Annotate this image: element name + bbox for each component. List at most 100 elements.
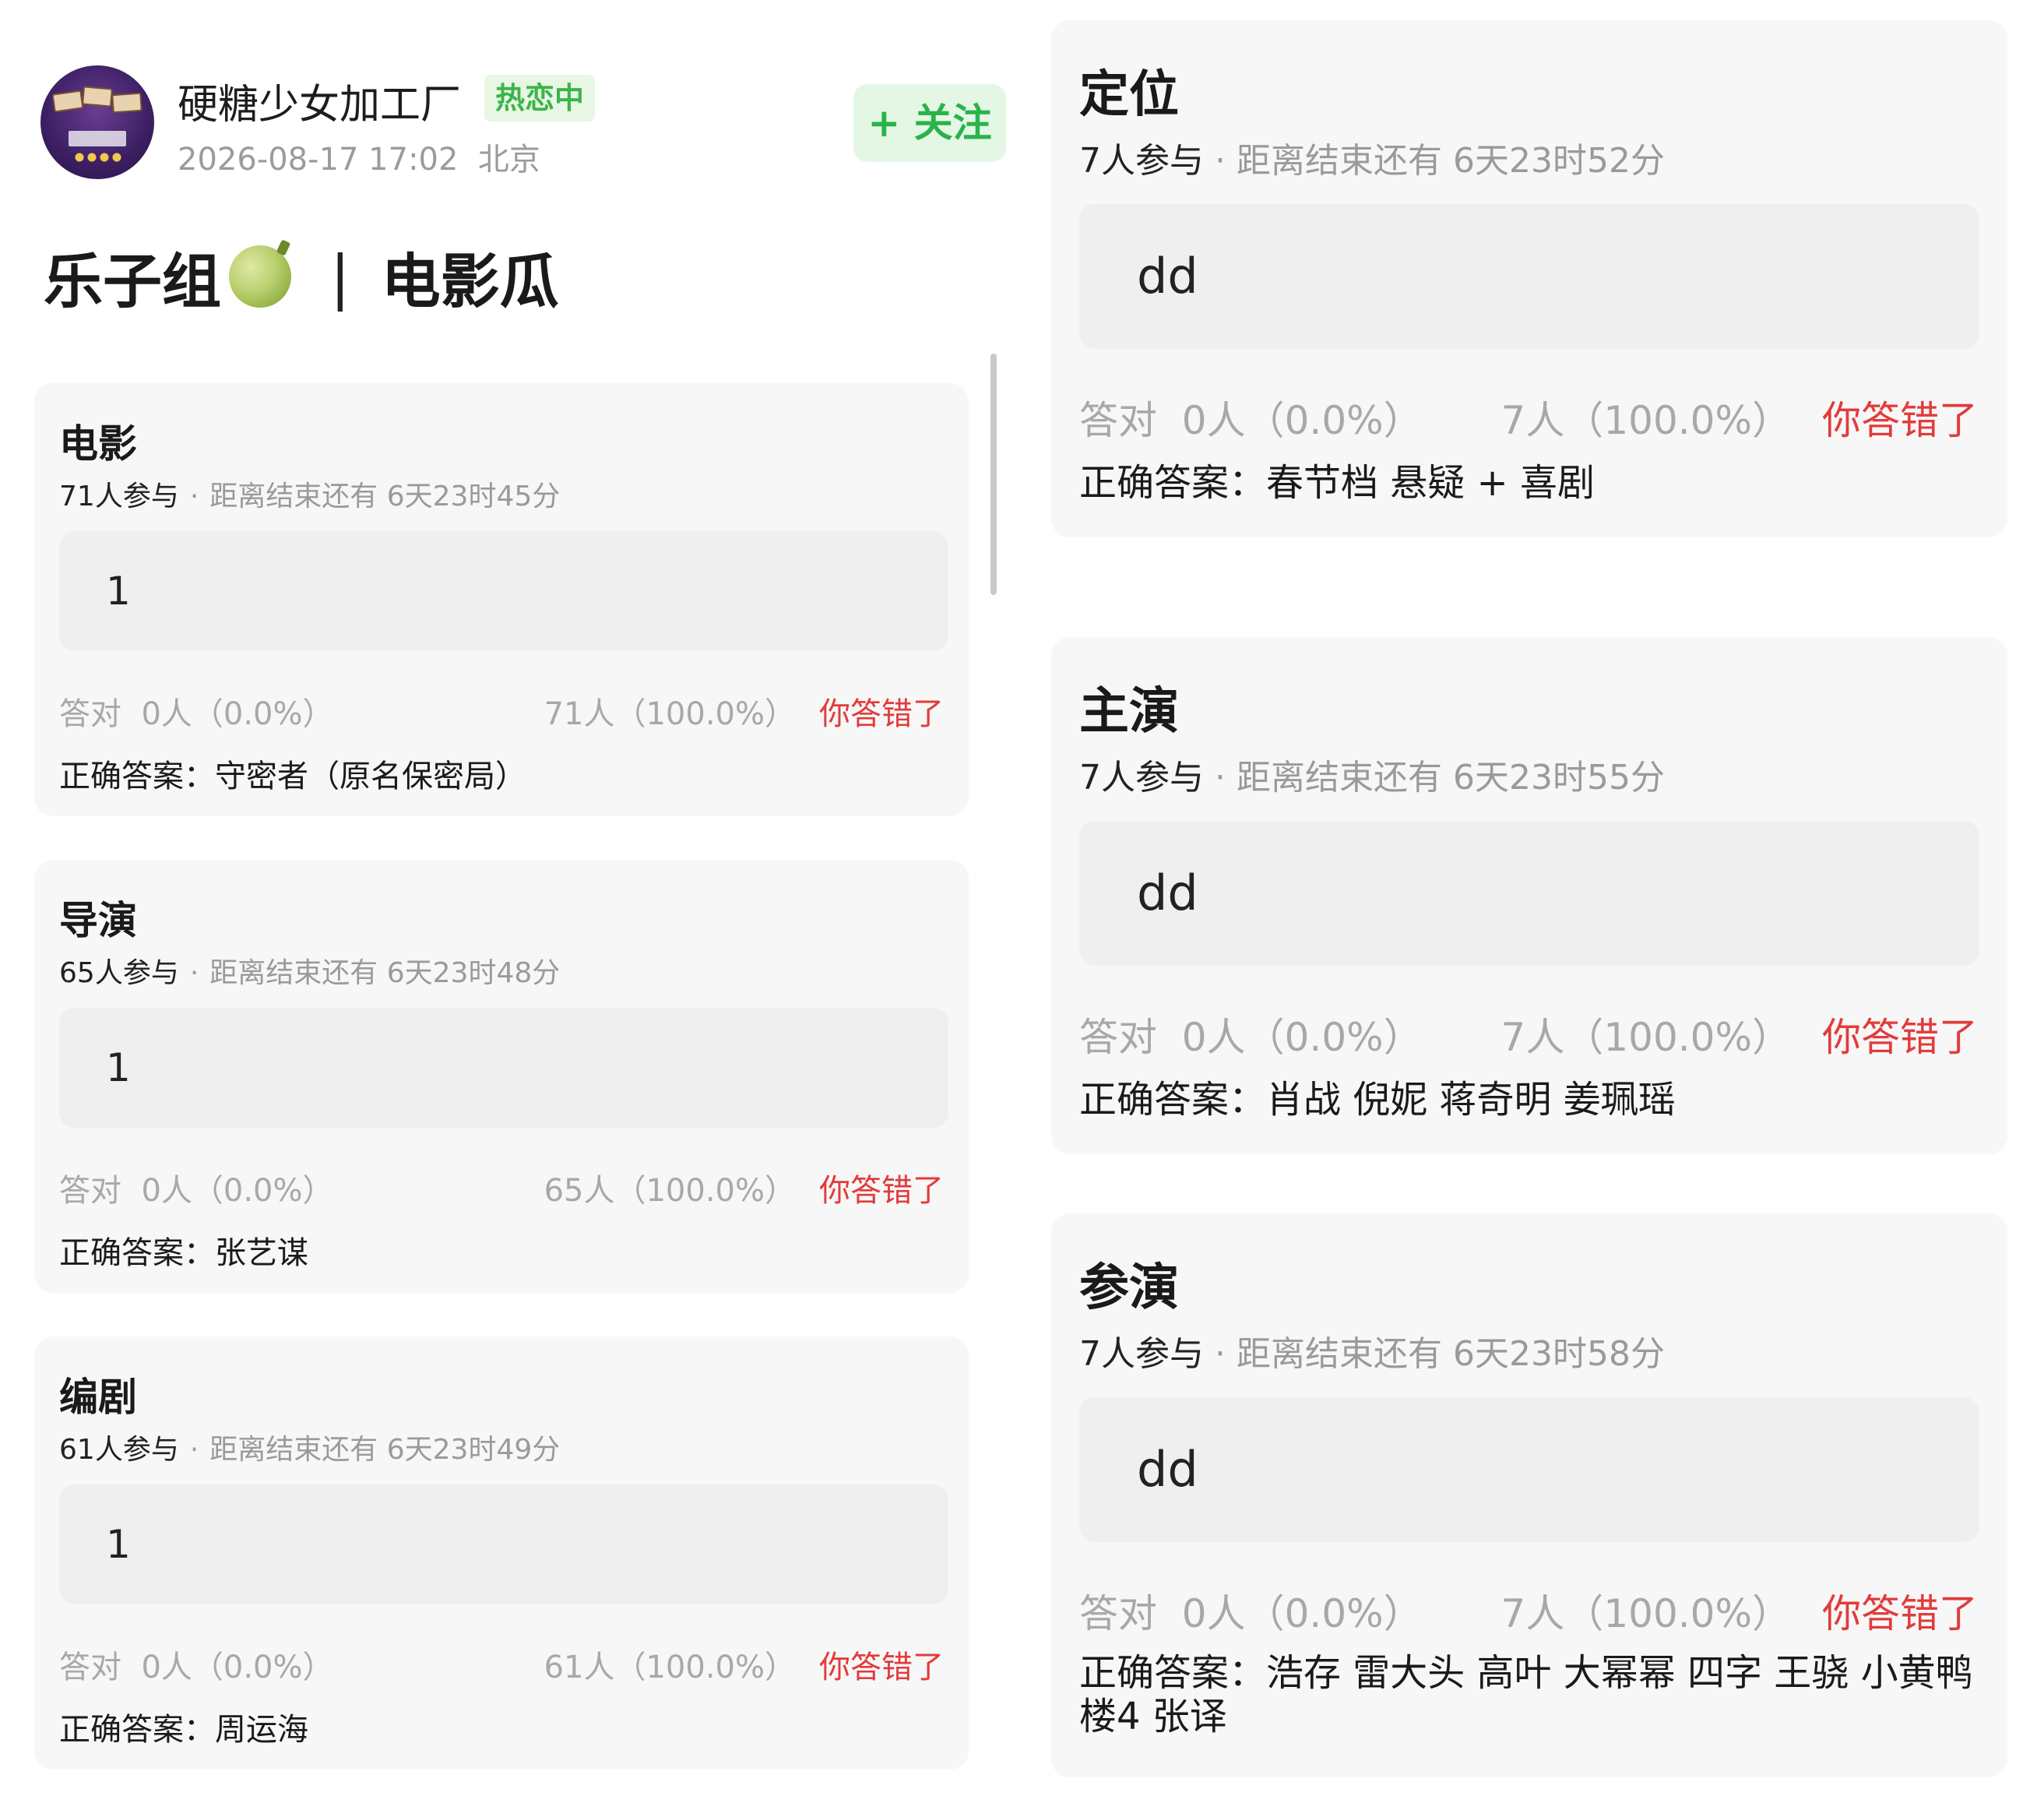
option-stat: 7人（100.0%）: [1500, 398, 1791, 443]
quiz-option[interactable]: dd: [1079, 821, 1979, 966]
title-part1: 乐子组: [44, 247, 221, 316]
option-stat: 65人（100.0%）: [544, 1173, 796, 1209]
meta-dot: ·: [189, 481, 199, 512]
option-stat: 71人（100.0%）: [544, 696, 796, 732]
melon-icon: [229, 245, 291, 308]
answer-text: 周运海: [215, 1712, 308, 1748]
quiz-meta: 71人参与 · 距离结束还有 6天23时45分: [59, 474, 560, 514]
option-label: 1: [106, 1045, 131, 1090]
quiz-meta: 7人参与 · 距离结束还有 6天23时52分: [1079, 132, 1665, 182]
post-timestamp: 2026-08-17 17:02: [178, 142, 459, 178]
participant-count: 65: [59, 957, 95, 989]
meta-dot: ·: [189, 957, 199, 989]
time-left: 6天23时45分: [386, 481, 561, 512]
participant-count: 7: [1079, 141, 1101, 181]
participant-suffix: 人参与: [94, 957, 179, 989]
title-part2: 电影瓜: [381, 247, 559, 316]
scrollbar[interactable]: [990, 354, 997, 595]
post-location: 北京: [477, 142, 540, 178]
correct-prefix: 答对: [1079, 1591, 1157, 1636]
wrong-answer-label: 你答错了: [819, 1650, 944, 1685]
participant-count: 7: [1079, 1334, 1101, 1374]
quiz-card: 定位 7人参与 · 距离结束还有 6天23时52分 dd 答对 0人（0.0%） 7…: [1051, 20, 2007, 537]
participant-suffix: 人参与: [94, 1434, 179, 1466]
quiz-card: 编剧 61人参与 · 距离结束还有 6天23时49分 1 答对 0人（0.0%） 6…: [34, 1336, 969, 1770]
quiz-title: 电影: [59, 421, 137, 467]
correct-prefix: 答对: [59, 1173, 121, 1209]
quiz-option[interactable]: 1: [59, 1484, 948, 1604]
meta-dot: ·: [189, 1434, 199, 1466]
avatar-art: [51, 90, 84, 113]
correct-count: 0人（0.0%）: [1181, 1591, 1423, 1636]
avatar-art: [82, 86, 113, 107]
quiz-option[interactable]: 1: [59, 1008, 948, 1128]
time-left-prefix: 距离结束还有: [209, 957, 378, 989]
correct-prefix: 答对: [59, 1650, 121, 1685]
post-header: 硬糖少女加工厂 热恋中 2026-08-17 17:02 北京 + 关注: [40, 65, 1006, 182]
correct-stat: 答对 0人（0.0%）: [59, 1642, 334, 1687]
correct-stat: 答对 0人（0.0%）: [59, 1165, 334, 1210]
option-stat: 7人（100.0%）: [1500, 1015, 1791, 1060]
quiz-card: 电影 71人参与 · 距离结束还有 6天23时45分 1 答对 0人（0.0%） 7…: [34, 383, 969, 816]
page: 硬糖少女加工厂 热恋中 2026-08-17 17:02 北京 + 关注 乐子组…: [0, 0, 2044, 1796]
correct-count: 0人（0.0%）: [1181, 1015, 1423, 1060]
status-badge: 热恋中: [484, 75, 596, 121]
option-label: dd: [1137, 1441, 1198, 1498]
answer-prefix: 正确答案：: [1079, 1651, 1267, 1695]
quiz-title: 参演: [1079, 1259, 1179, 1317]
option-stat: 7人（100.0%）: [1500, 1591, 1791, 1636]
answer-prefix: 正确答案：: [59, 1712, 215, 1748]
username[interactable]: 硬糖少女加工厂: [178, 72, 461, 130]
page-title: 乐子组 | 电影瓜: [44, 234, 559, 319]
correct-count: 0人（0.0%）: [141, 696, 334, 732]
quiz-card: 导演 65人参与 · 距离结束还有 6天23时48分 1 答对 0人（0.0%） 6…: [34, 860, 969, 1293]
answer-text: 守密者（原名保密局）: [215, 759, 526, 794]
correct-count: 0人（0.0%）: [1181, 398, 1423, 443]
quiz-meta: 7人参与 · 距离结束还有 6天23时58分: [1079, 1326, 1665, 1375]
meta-dot: ·: [1215, 758, 1226, 798]
answer-prefix: 正确答案：: [1079, 1078, 1267, 1122]
correct-count: 0人（0.0%）: [141, 1650, 334, 1685]
correct-answer: 正确答案：浩存 雷大头 高叶 大幂幂 四字 王骁 小黄鸭 楼4 张译: [1079, 1651, 1982, 1738]
post-meta: 2026-08-17 17:02 北京: [178, 134, 540, 179]
correct-answer: 正确答案：周运海: [59, 1704, 308, 1749]
time-left: 6天23时55分: [1453, 758, 1665, 798]
answer-text: 张艺谋: [215, 1235, 308, 1271]
quiz-option[interactable]: dd: [1079, 1397, 1979, 1542]
correct-stat: 答对 0人（0.0%）: [1079, 1006, 1423, 1062]
quiz-option[interactable]: 1: [59, 531, 948, 651]
option-stat: 61人（100.0%）: [544, 1650, 796, 1685]
correct-answer: 正确答案：肖战 倪妮 蒋奇明 姜珮瑶: [1079, 1078, 1982, 1122]
time-left: 6天23时52分: [1453, 141, 1665, 181]
time-left-prefix: 距离结束还有: [209, 481, 378, 512]
correct-prefix: 答对: [1079, 398, 1157, 443]
time-left: 6天23时58分: [1453, 1334, 1665, 1374]
participant-count: 61: [59, 1434, 95, 1466]
correct-answer: 正确答案：春节档 悬疑 + 喜剧: [1079, 461, 1982, 505]
avatar-art: [111, 92, 142, 114]
avatar-art: [69, 131, 126, 146]
quiz-title: 编剧: [59, 1375, 137, 1420]
correct-stat: 答对 0人（0.0%）: [59, 688, 334, 734]
title-separator: |: [330, 241, 350, 312]
quiz-meta: 7人参与 · 距离结束还有 6天23时55分: [1079, 749, 1665, 799]
answer-prefix: 正确答案：: [1079, 461, 1267, 505]
wrong-answer-label: 你答错了: [819, 696, 944, 732]
option-label: 1: [106, 1522, 131, 1567]
answer-prefix: 正确答案：: [59, 759, 215, 794]
time-left: 6天23时49分: [386, 1434, 561, 1466]
correct-prefix: 答对: [59, 696, 121, 732]
wrong-answer-label: 你答错了: [1822, 1591, 1978, 1636]
quiz-option[interactable]: dd: [1079, 204, 1979, 349]
time-left-prefix: 距离结束还有: [1237, 758, 1442, 798]
quiz-meta: 65人参与 · 距离结束还有 6天23时48分: [59, 950, 560, 991]
answer-text: 春节档 悬疑 + 喜剧: [1266, 461, 1595, 505]
meta-dot: ·: [1215, 1334, 1226, 1374]
participant-suffix: 人参与: [94, 481, 179, 512]
avatar[interactable]: [40, 65, 154, 179]
follow-button[interactable]: + 关注: [853, 84, 1006, 162]
wrong-answer-label: 你答错了: [1822, 398, 1978, 443]
correct-stat: 答对 0人（0.0%）: [1079, 389, 1423, 445]
quiz-meta: 61人参与 · 距离结束还有 6天23时49分: [59, 1427, 560, 1467]
correct-stat: 答对 0人（0.0%）: [1079, 1583, 1423, 1639]
